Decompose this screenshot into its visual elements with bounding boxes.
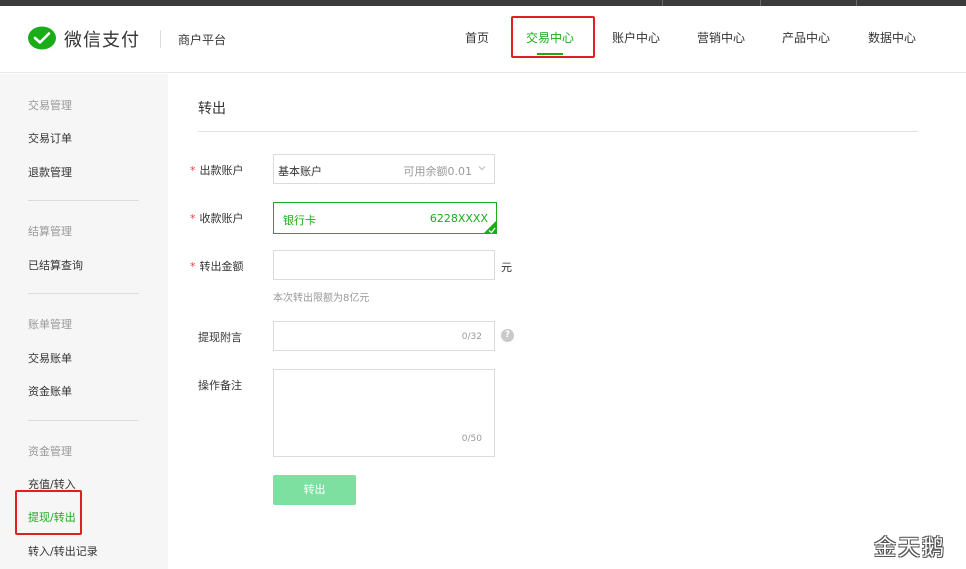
sidebar-divider — [28, 200, 139, 201]
watermark: 金天鹅 — [874, 536, 947, 561]
available-balance: 可用余额0.01 — [403, 165, 473, 178]
selected-check-icon — [483, 220, 497, 234]
remark-label: 操作备注 — [198, 379, 242, 392]
note-char-counter: 0/32 — [461, 332, 482, 342]
sidebar-item-settled-query[interactable]: 已结算查询 — [28, 257, 83, 273]
required-mark: * — [190, 260, 196, 273]
amount-limit-hint: 本次转出限额为8亿元 — [273, 293, 370, 304]
sidebar-item-withdraw[interactable]: 提现/转出 — [28, 509, 76, 525]
payout-account-value: 基本账户 — [278, 165, 322, 178]
main-content: 转出 * 出款账户 基本账户 可用余额0.01 * 收款账户 银行卡 6228XXX… — [168, 74, 966, 569]
brand-logo[interactable]: 微信支付 — [28, 26, 140, 52]
header-divider — [160, 30, 161, 48]
sidebar-divider — [28, 420, 139, 421]
sidebar: 交易管理 交易订单 退款管理 结算管理 已结算查询 账单管理 交易账单 资金账单… — [0, 74, 168, 569]
nav-trade-center[interactable]: 交易中心 — [526, 29, 574, 46]
nav-active-indicator — [537, 53, 563, 55]
sidebar-group-trade: 交易管理 — [28, 99, 72, 112]
page-title: 转出 — [198, 101, 226, 117]
sidebar-item-trade-bills[interactable]: 交易账单 — [28, 350, 72, 366]
required-mark: * — [190, 164, 196, 177]
sidebar-group-bills: 账单管理 — [28, 318, 72, 331]
required-mark: * — [190, 212, 196, 225]
amount-unit: 元 — [501, 261, 512, 274]
chevron-down-icon — [478, 166, 486, 171]
help-icon[interactable]: ? — [501, 329, 514, 342]
sidebar-item-trade-orders[interactable]: 交易订单 — [28, 130, 72, 146]
title-divider — [198, 131, 918, 132]
nav-marketing-center[interactable]: 营销中心 — [697, 29, 745, 46]
amount-label: * 转出金额 — [190, 260, 244, 273]
sidebar-item-fund-bills[interactable]: 资金账单 — [28, 383, 72, 399]
receive-account-card[interactable]: 银行卡 6228XXXX — [273, 202, 497, 234]
nav-data-center[interactable]: 数据中心 — [868, 29, 916, 46]
sidebar-divider — [28, 293, 139, 294]
receive-card-number: 6228XXXX — [429, 212, 488, 225]
brand-name: 微信支付 — [64, 30, 140, 51]
sidebar-item-recharge[interactable]: 充值/转入 — [28, 476, 76, 492]
payout-account-select[interactable]: 基本账户 可用余额0.01 — [273, 154, 495, 184]
remark-char-counter: 0/50 — [461, 434, 482, 444]
sidebar-group-settlement: 结算管理 — [28, 225, 72, 238]
nav-account-center[interactable]: 账户中心 — [612, 29, 660, 46]
sidebar-group-funds: 资金管理 — [28, 445, 72, 458]
remark-textarea[interactable]: 0/50 — [273, 369, 495, 457]
note-input[interactable]: 0/32 — [273, 321, 495, 351]
platform-name: 商户平台 — [178, 33, 227, 47]
sidebar-item-refunds[interactable]: 退款管理 — [28, 164, 72, 180]
receive-account-label: * 收款账户 — [190, 212, 244, 225]
note-label: 提现附言 — [198, 331, 242, 344]
transfer-out-button[interactable]: 转出 — [273, 475, 356, 505]
payout-account-label: * 出款账户 — [190, 164, 244, 177]
sidebar-item-transfer-records[interactable]: 转入/转出记录 — [28, 543, 98, 559]
header: 微信支付 商户平台 首页 交易中心 账户中心 营销中心 产品中心 数据中心 — [0, 6, 966, 73]
nav-product-center[interactable]: 产品中心 — [782, 29, 830, 46]
wechat-pay-logo-icon — [28, 26, 56, 50]
amount-input[interactable] — [273, 250, 495, 280]
receive-account-type: 银行卡 — [283, 214, 316, 227]
nav-home[interactable]: 首页 — [465, 29, 489, 46]
